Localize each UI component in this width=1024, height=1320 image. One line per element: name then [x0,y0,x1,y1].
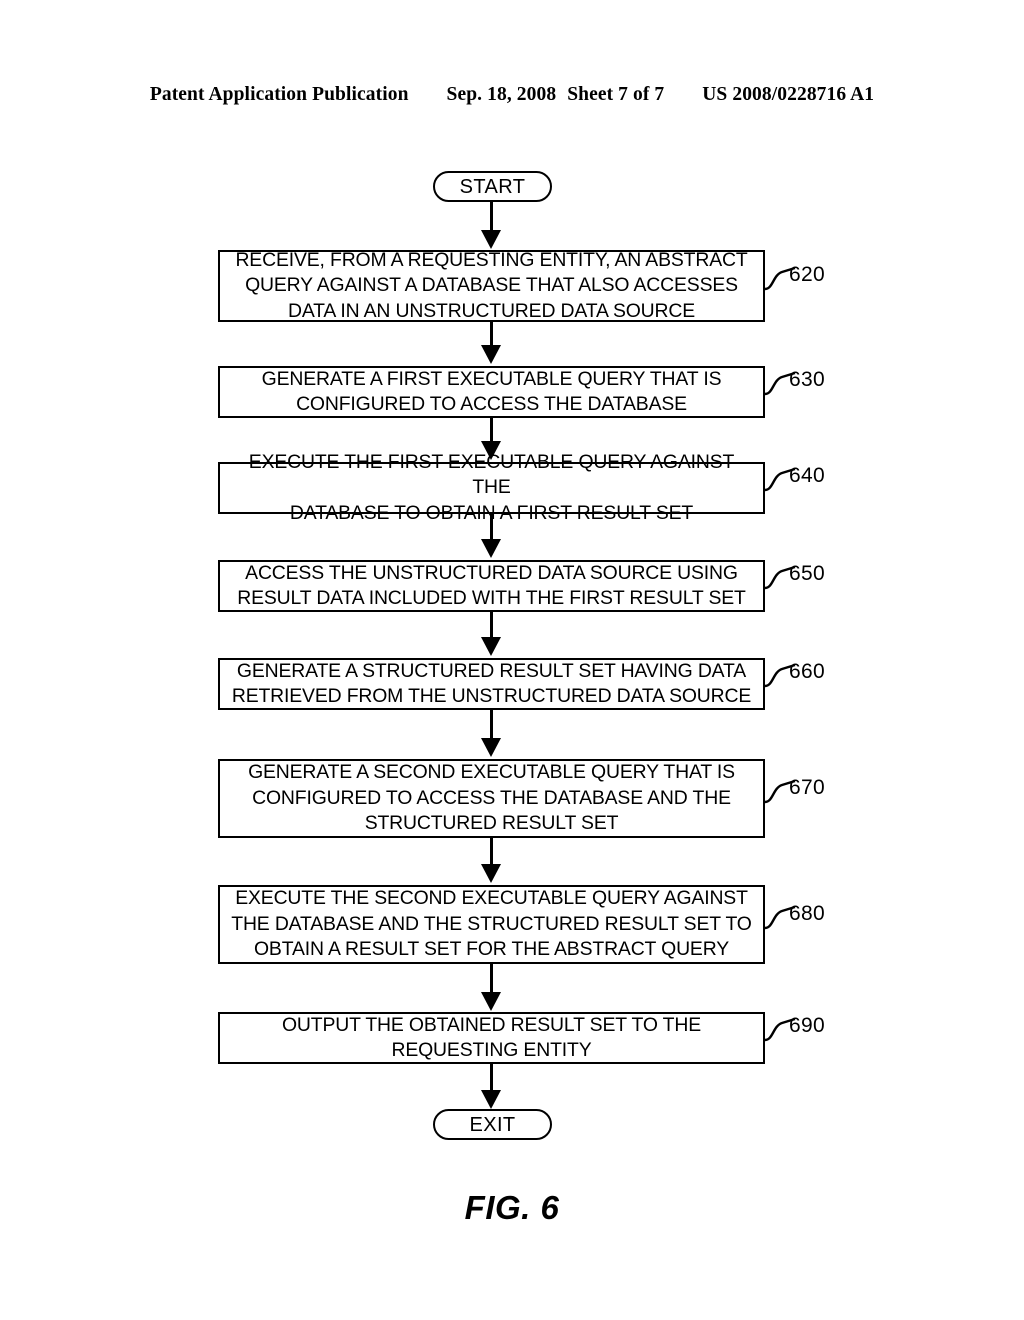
connector-650-to-660 [490,612,493,639]
reference-numeral-660: 660 [789,660,825,683]
start-terminal-label: START [459,175,526,198]
arrowhead-690-to-exit [481,1090,501,1109]
arrowhead-680-to-690 [481,992,501,1011]
arrowhead-640-to-650 [481,539,501,558]
process-box-680: EXECUTE THE SECOND EXECUTABLE QUERY AGAI… [218,885,765,964]
process-box-670-text: GENERATE A SECOND EXECUTABLE QUERY THAT … [248,761,735,835]
figure-caption: FIG. 6 [464,1189,560,1226]
exit-terminal: EXIT [433,1109,552,1140]
reference-numeral-640: 640 [789,464,825,487]
reference-numeral-620: 620 [789,263,825,286]
process-box-660: GENERATE A STRUCTURED RESULT SET HAVING … [218,658,765,710]
connector-680-to-690 [490,964,493,994]
arrowhead-670-to-680 [481,864,501,883]
connector-620-to-630 [490,322,493,347]
reference-numeral-680: 680 [789,902,825,925]
process-box-670: GENERATE A SECOND EXECUTABLE QUERY THAT … [218,759,765,838]
arrowhead-650-to-660 [481,637,501,656]
connector-630-to-640 [490,418,493,443]
start-terminal: START [433,171,552,202]
process-box-630-text: GENERATE A FIRST EXECUTABLE QUERY THAT I… [261,367,722,416]
connector-640-to-650 [490,514,493,541]
process-box-680-text: EXECUTE THE SECOND EXECUTABLE QUERY AGAI… [231,887,752,961]
process-box-650-text: ACCESS THE UNSTRUCTURED DATA SOURCE USIN… [237,561,746,610]
process-box-690-text: OUTPUT THE OBTAINED RESULT SET TO THE RE… [282,1013,701,1062]
process-box-690: OUTPUT THE OBTAINED RESULT SET TO THE RE… [218,1012,765,1064]
arrowhead-660-to-670 [481,738,501,757]
process-box-660-text: GENERATE A STRUCTURED RESULT SET HAVING … [231,659,752,708]
process-box-650: ACCESS THE UNSTRUCTURED DATA SOURCE USIN… [218,560,765,612]
flowchart-diagram: START RECEIVE, FROM A REQUESTING ENTITY,… [0,0,1024,1320]
process-box-640: EXECUTE THE FIRST EXECUTABLE QUERY AGAIN… [218,451,765,524]
reference-numeral-650: 650 [789,562,825,585]
connector-660-to-670 [490,710,493,740]
reference-numeral-630: 630 [789,368,825,391]
arrowhead-620-to-630 [481,345,501,364]
process-box-620-text: RECEIVE, FROM A REQUESTING ENTITY, AN AB… [235,248,748,322]
reference-numeral-690: 690 [789,1014,825,1037]
connector-690-to-exit [490,1064,493,1092]
arrowhead-start-to-620 [481,230,501,249]
exit-terminal-label: EXIT [469,1113,516,1136]
process-box-630: GENERATE A FIRST EXECUTABLE QUERY THAT I… [218,366,765,418]
connector-start-to-620 [490,202,493,232]
connector-670-to-680 [490,838,493,866]
process-box-620: RECEIVE, FROM A REQUESTING ENTITY, AN AB… [218,248,765,322]
reference-numeral-670: 670 [789,776,825,799]
